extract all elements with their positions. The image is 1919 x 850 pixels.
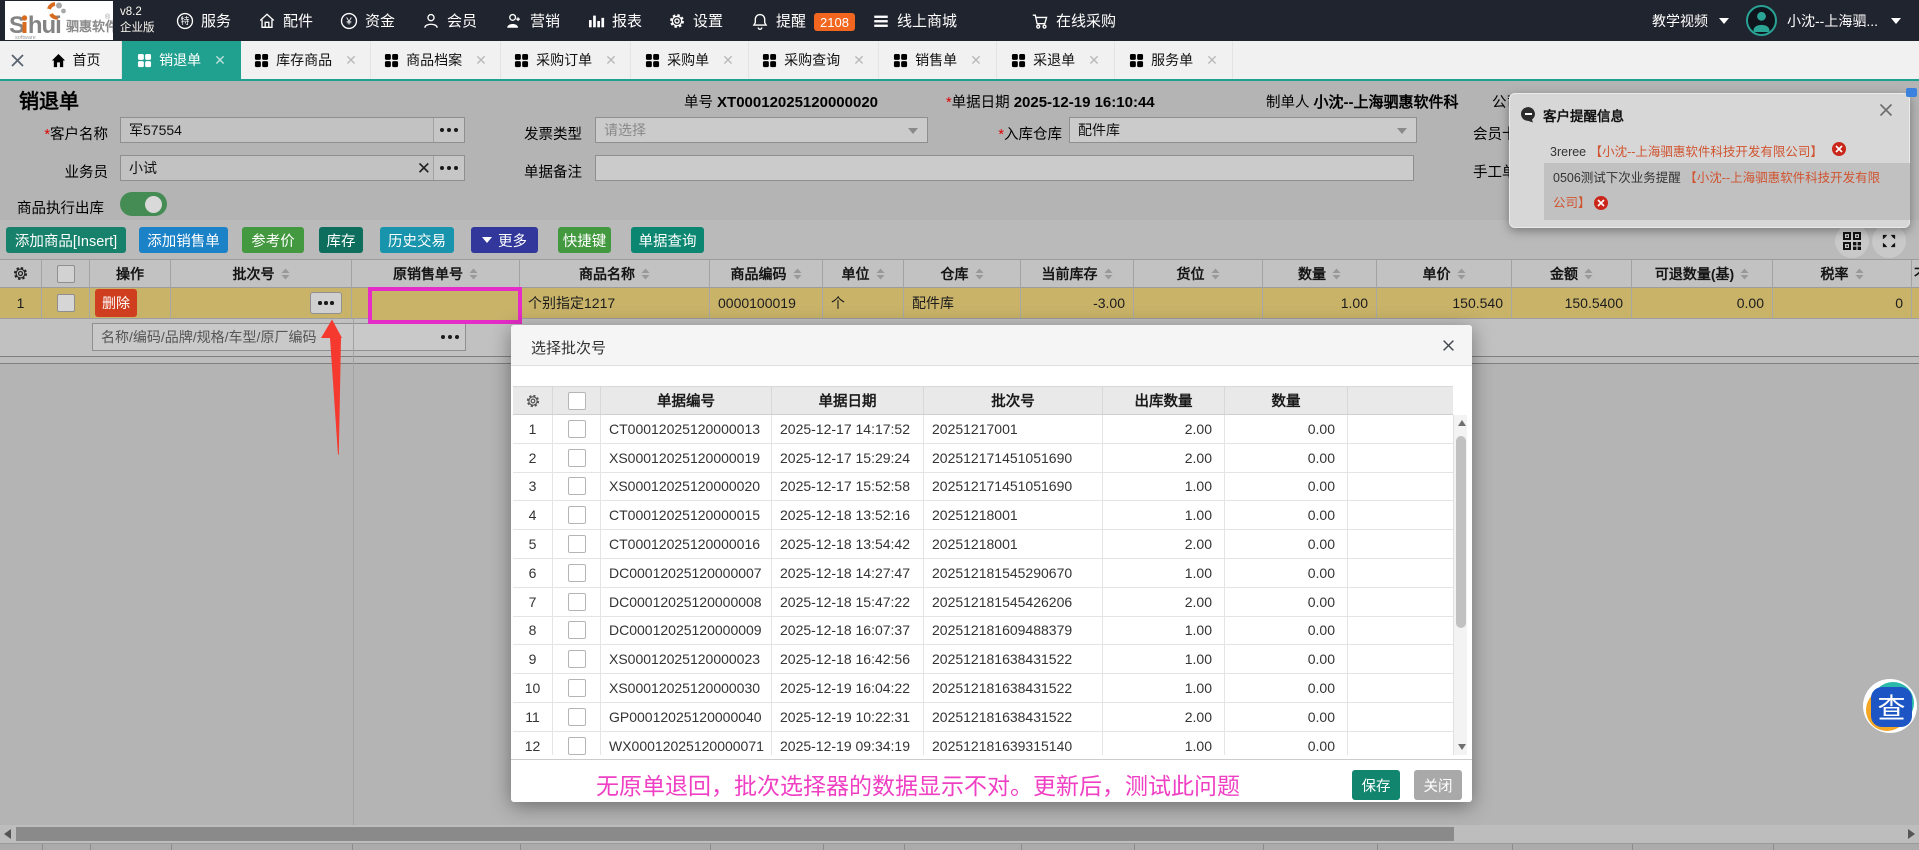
svg-text:驷惠软件: 驷惠软件 [66,19,113,34]
svg-text:特: 特 [180,15,189,26]
svg-text:software: software [15,35,36,40]
svg-text:®: ® [105,13,111,21]
svg-text:¥: ¥ [345,16,352,27]
